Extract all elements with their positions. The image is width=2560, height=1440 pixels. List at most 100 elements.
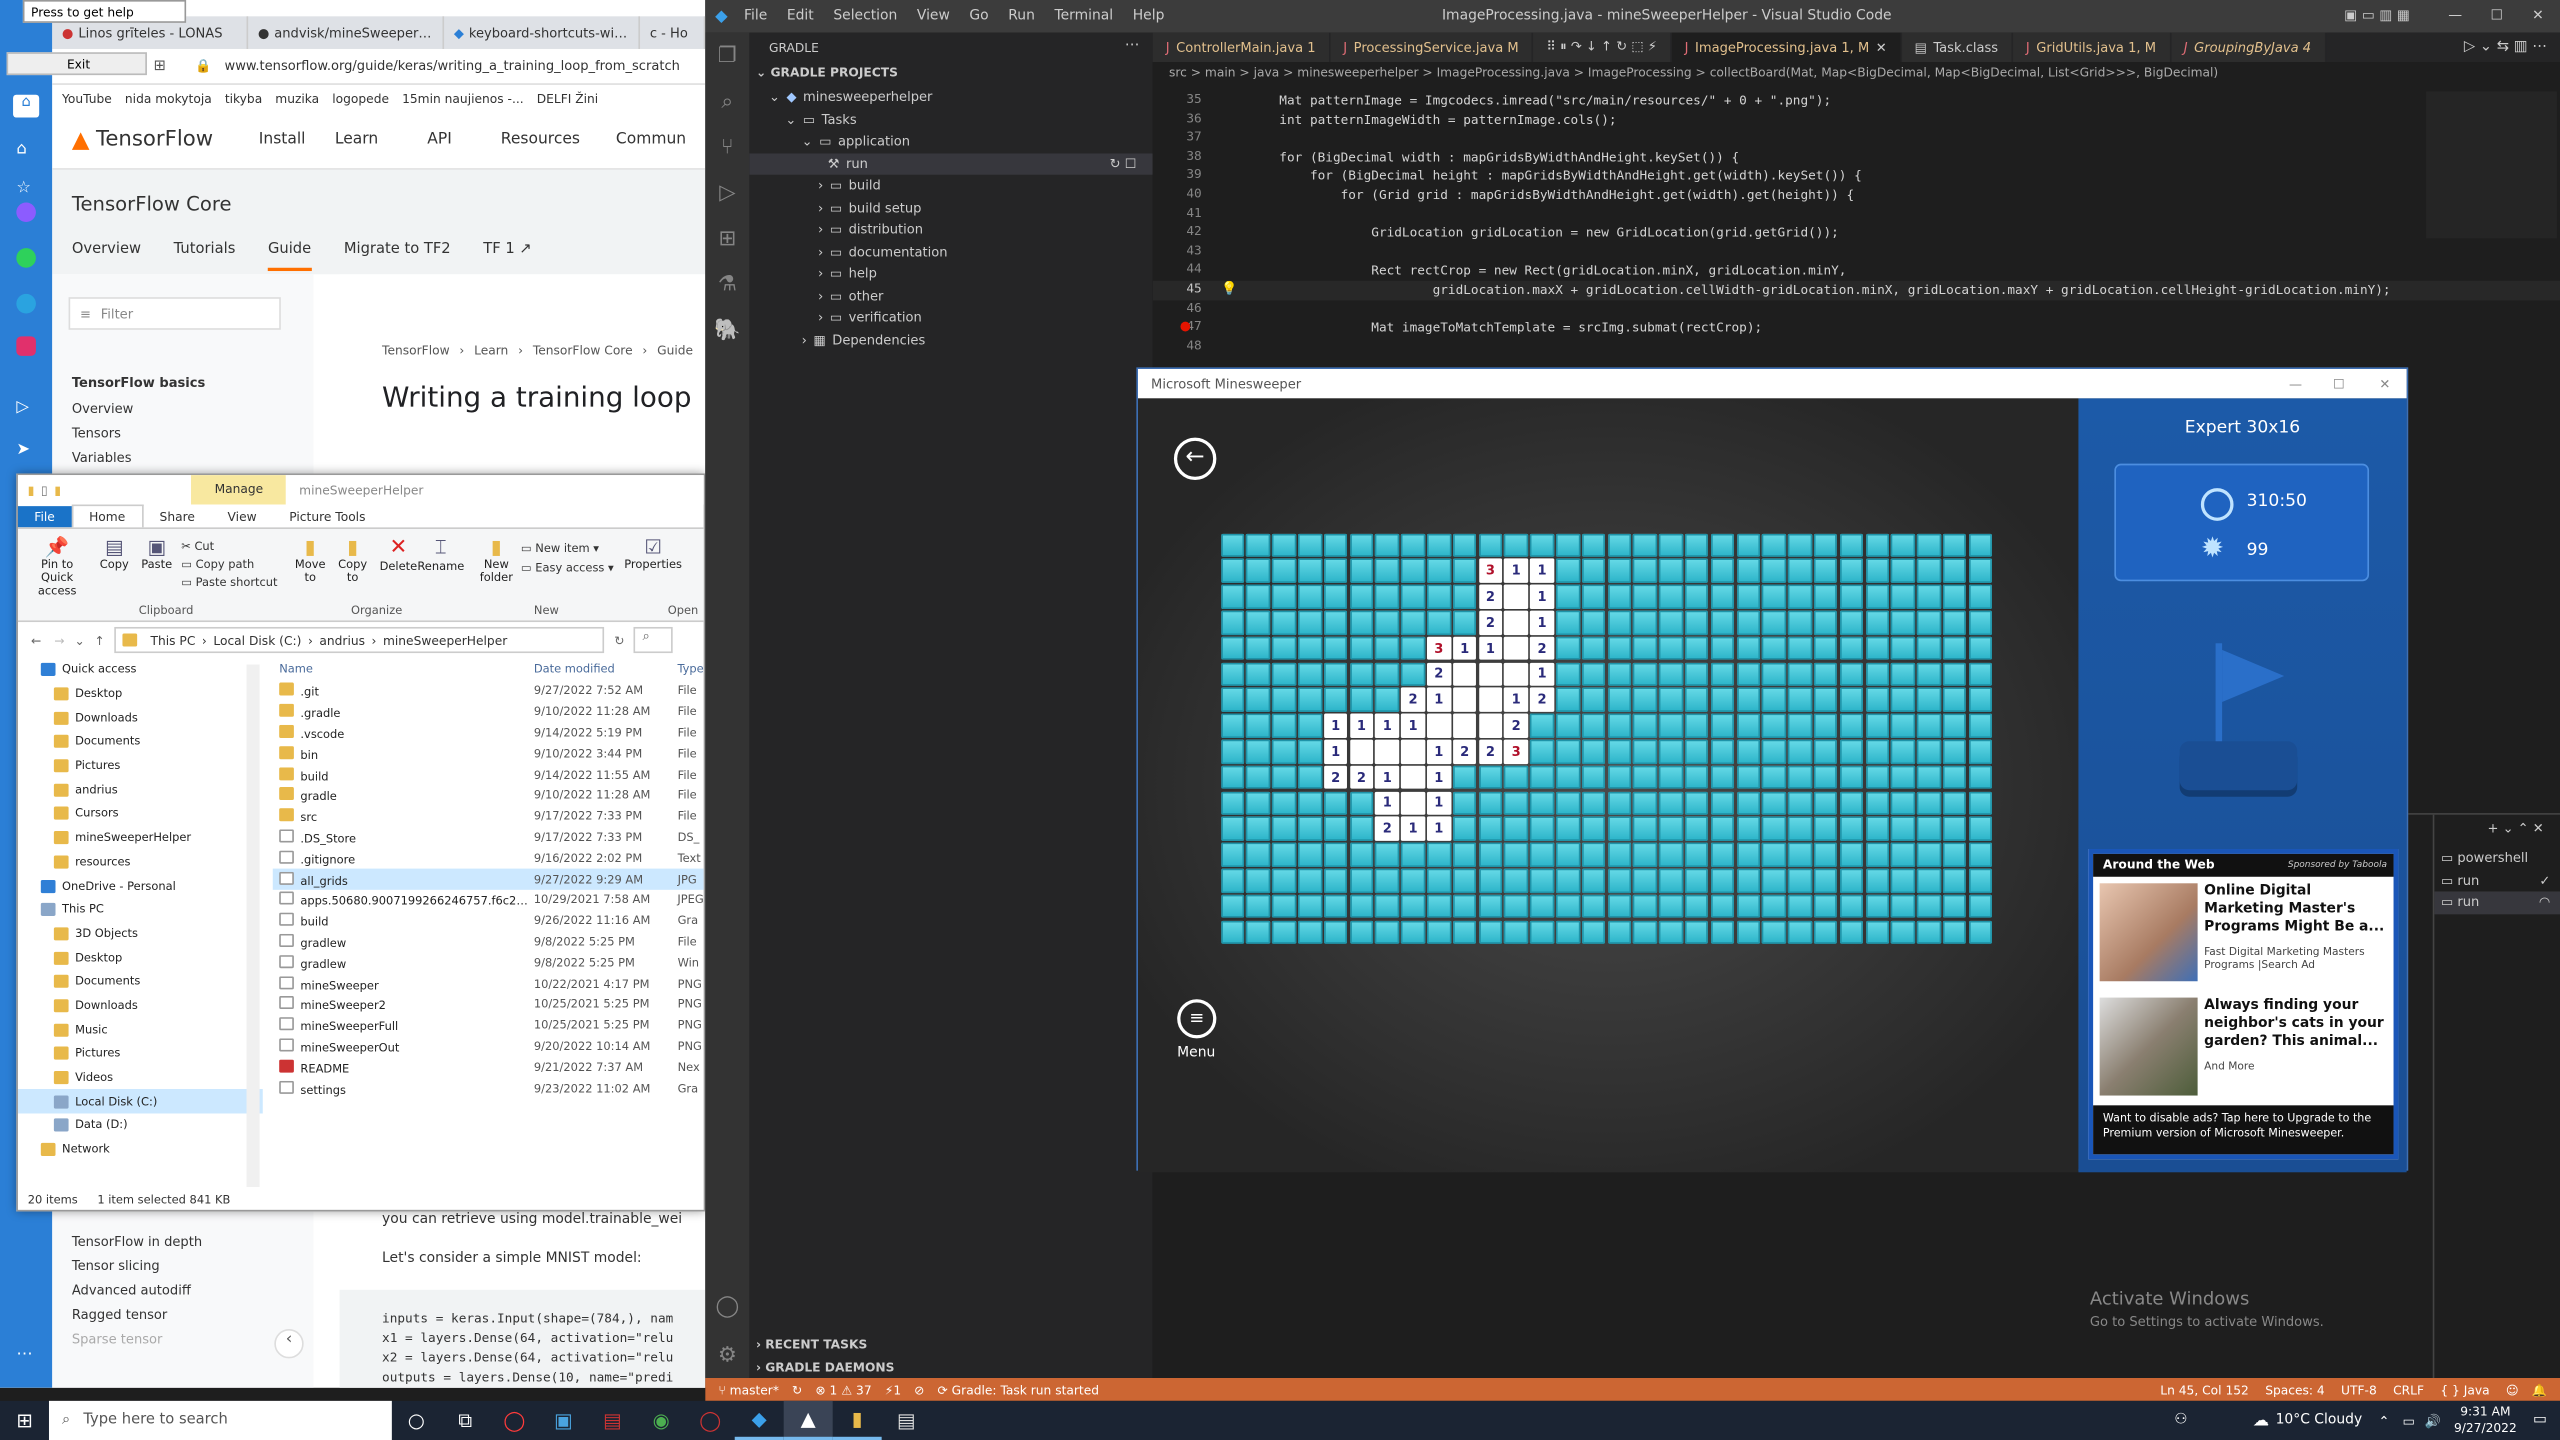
hidden-cell[interactable] (1891, 636, 1915, 661)
hidden-cell[interactable] (1478, 920, 1503, 944)
search-icon[interactable]: ⌕ (705, 78, 749, 124)
editor-actions[interactable]: ▷ ⌄ ⇆ ▥ ⋯ (2464, 39, 2560, 55)
hidden-cell[interactable] (1813, 868, 1838, 893)
opera-icon[interactable]: ◯ (490, 1401, 539, 1440)
revealed-cell-empty[interactable] (1452, 713, 1477, 738)
file-row[interactable]: all_grids 9/27/2022 9:29 AM JPG (272, 868, 704, 890)
nav-api[interactable]: API (427, 131, 452, 149)
hidden-cell[interactable] (1633, 765, 1658, 790)
tree-tasks[interactable]: ⌄ ▭ Tasks (749, 109, 1152, 131)
file-row[interactable]: build 9/26/2022 11:16 AM Gra (273, 911, 704, 932)
home-outline-icon[interactable]: ⌂ (16, 140, 26, 158)
hidden-cell[interactable] (1710, 662, 1735, 686)
hidden-cell[interactable] (1865, 636, 1890, 661)
hidden-cell[interactable] (1452, 920, 1477, 944)
hidden-cell[interactable] (1607, 533, 1632, 557)
hidden-cell[interactable] (1607, 688, 1632, 712)
properties-button[interactable]: ☑ Properties (624, 536, 682, 572)
hidden-cell[interactable] (1762, 584, 1786, 609)
nav-item[interactable]: Quick access (18, 658, 263, 682)
hidden-cell[interactable] (1607, 817, 1632, 841)
close-icon[interactable]: ✕ (2532, 8, 2544, 24)
hidden-cell[interactable] (1917, 662, 1941, 686)
side-section[interactable]: TensorFlow basics (72, 376, 205, 391)
hidden-cell[interactable] (1607, 610, 1632, 635)
nav-item[interactable]: Pictures (18, 1042, 263, 1066)
hidden-cell[interactable] (1917, 533, 1941, 557)
hidden-cell[interactable] (1246, 920, 1271, 944)
side-item[interactable]: Overview (72, 402, 134, 417)
hidden-cell[interactable] (1762, 739, 1786, 764)
hidden-cell[interactable] (1298, 636, 1322, 661)
hidden-cell[interactable] (1865, 894, 1890, 919)
revealed-cell-number[interactable]: 1 (1375, 791, 1400, 815)
tray-chevron-icon[interactable]: ⌃ (2378, 1413, 2389, 1428)
file-row[interactable]: gradle 9/10/2022 11:28 AM File (273, 785, 704, 806)
notifications-icon[interactable]: 🔔 (2532, 1382, 2547, 1397)
menu-selection[interactable]: Selection (833, 8, 897, 24)
revealed-cell-empty[interactable] (1452, 688, 1477, 712)
side-item[interactable]: Advanced autodiff (72, 1283, 191, 1298)
hidden-cell[interactable] (1555, 636, 1580, 661)
hidden-cell[interactable] (1478, 868, 1503, 893)
hidden-cell[interactable] (1401, 894, 1425, 919)
hidden-cell[interactable] (1401, 636, 1425, 661)
vscode-taskbar-icon[interactable]: ◆ (734, 1401, 784, 1440)
revealed-cell-number[interactable]: 1 (1530, 584, 1554, 609)
hidden-cell[interactable] (1684, 636, 1709, 661)
menu-edit[interactable]: Edit (787, 8, 814, 24)
tf-logo-text[interactable]: TensorFlow (96, 127, 213, 151)
instagram-icon[interactable] (16, 336, 36, 356)
file-explorer-taskbar-icon[interactable]: ▮ (832, 1401, 882, 1440)
hidden-cell[interactable] (1917, 791, 1941, 815)
hidden-cell[interactable] (1917, 817, 1941, 841)
hidden-cell[interactable] (1272, 920, 1296, 944)
hidden-cell[interactable] (1452, 868, 1477, 893)
bookmark[interactable]: muzika (275, 91, 319, 106)
hidden-cell[interactable] (1839, 894, 1864, 919)
hidden-cell[interactable] (1530, 739, 1554, 764)
column-date[interactable]: Date modified (534, 663, 678, 676)
hidden-cell[interactable] (1762, 713, 1786, 738)
hidden-cell[interactable] (1298, 662, 1322, 686)
hidden-cell[interactable] (1323, 817, 1348, 841)
hidden-cell[interactable] (1736, 791, 1761, 815)
tree-verification[interactable]: › ▭ verification (749, 307, 1152, 329)
app-icon[interactable]: ▤ (588, 1401, 637, 1440)
hidden-cell[interactable] (1633, 842, 1658, 867)
tabs-grid-icon[interactable]: ⊞ (153, 58, 165, 74)
hidden-cell[interactable] (1298, 610, 1322, 635)
hidden-cell[interactable] (1710, 791, 1735, 815)
paste-button[interactable]: ▣ Paste (136, 536, 178, 572)
tab-overview[interactable]: Overview (72, 242, 141, 258)
hidden-cell[interactable] (1839, 636, 1864, 661)
run-debug-icon[interactable]: ▷ (705, 170, 749, 216)
hidden-cell[interactable] (1323, 636, 1348, 661)
minimap[interactable] (2426, 91, 2557, 239)
hidden-cell[interactable] (1323, 920, 1348, 944)
encoding[interactable]: UTF-8 (2341, 1382, 2377, 1397)
menu-file[interactable]: File (744, 8, 767, 24)
hidden-cell[interactable] (1452, 533, 1477, 557)
hidden-cell[interactable] (1452, 817, 1477, 841)
hidden-cell[interactable] (1942, 817, 1967, 841)
hidden-cell[interactable] (1710, 533, 1735, 557)
revealed-cell-number[interactable]: 3 (1478, 559, 1503, 583)
terminal-item[interactable]: ▭ run ◠ (2434, 891, 2560, 914)
up-arrow-icon[interactable]: ↑ (95, 633, 105, 648)
hidden-cell[interactable] (1349, 584, 1374, 609)
hidden-cell[interactable] (1710, 868, 1735, 893)
hidden-cell[interactable] (1684, 920, 1709, 944)
hidden-cell[interactable] (1968, 739, 1993, 764)
hidden-cell[interactable] (1349, 894, 1374, 919)
hidden-cell[interactable] (1298, 817, 1322, 841)
hidden-cell[interactable] (1246, 584, 1271, 609)
delete-button[interactable]: ✕ Delete (377, 536, 419, 574)
volume-icon[interactable]: 🔊 (2425, 1413, 2441, 1428)
hidden-cell[interactable] (1736, 584, 1761, 609)
hidden-cell[interactable] (1839, 662, 1864, 686)
file-row[interactable]: build 9/14/2022 11:55 AM File (273, 764, 704, 785)
hidden-cell[interactable] (1246, 791, 1271, 815)
new-folder-icon[interactable]: ▮ (54, 482, 61, 497)
hidden-cell[interactable] (1684, 842, 1709, 867)
